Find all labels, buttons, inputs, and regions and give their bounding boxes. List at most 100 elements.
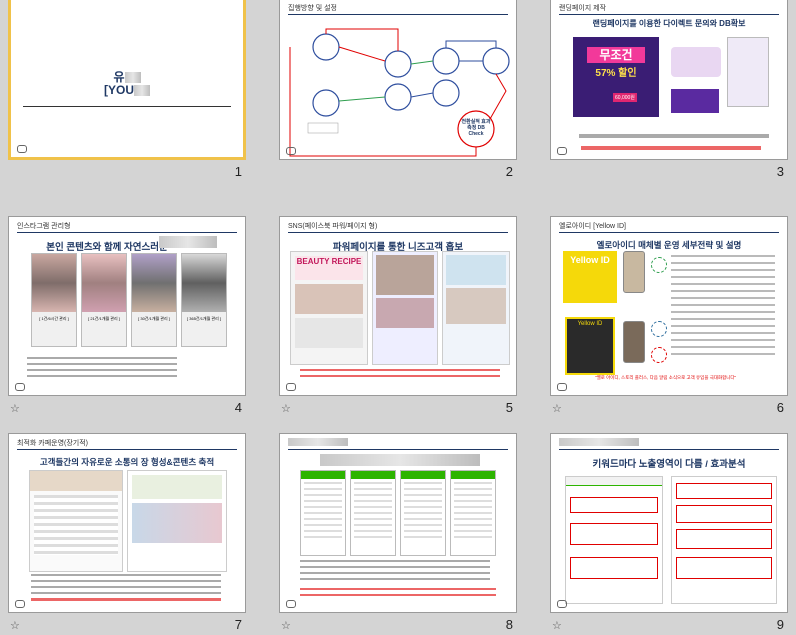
slide-8-rule	[288, 449, 508, 450]
slide-8-search-screen-3	[400, 470, 446, 556]
slide-3-banner-big: 무조건	[587, 47, 645, 63]
slide-9-search-results-right	[671, 476, 777, 604]
slide-5-number: 5	[505, 400, 513, 415]
slide-8-canvas[interactable]	[279, 433, 517, 613]
slide-8-number: 8	[505, 617, 513, 632]
slide-7-number: 7	[234, 617, 242, 632]
slide-4-number: 4	[234, 400, 242, 415]
slide-8-search-screen-2	[350, 470, 396, 556]
slide-6-phone-1	[623, 251, 645, 293]
slide-8-red-note	[300, 588, 496, 598]
slide-3-title: 랜딩페이지를 이용한 다이렉트 문의와 DB확보	[592, 19, 746, 28]
slide-4-title-redaction	[159, 236, 217, 248]
slide-4-card-4: [ 365건/1개월 관리 ]	[181, 253, 227, 347]
slide-4-card-1-label: [ 1건/6시간 관리 ]	[39, 316, 69, 321]
slide-9-title: 키워드마다 노출영역이 다름 / 효과분석	[592, 459, 746, 470]
slide-2-logo	[286, 147, 298, 155]
slide-3-banner-price: 60,000원	[613, 93, 637, 102]
slide-5-screenshot-2	[372, 251, 438, 365]
slide-6-card-label: Yellow ID	[570, 255, 610, 265]
slide-4-logo	[15, 383, 27, 391]
slide-9-rule	[559, 449, 779, 450]
slide-7-star-icon[interactable]: ☆	[10, 619, 20, 632]
slide-5-star-icon[interactable]: ☆	[281, 402, 291, 415]
slide-8-search-screen-1	[300, 470, 346, 556]
slide-8-star-icon[interactable]: ☆	[281, 619, 291, 632]
slide-4-card-4-label: [ 365건/1개월 관리 ]	[187, 316, 221, 321]
slide-7-header: 최적화 카페운영(장기적)	[17, 440, 89, 447]
slide-5-rule	[288, 232, 508, 233]
slide-6-header: 옐로아이디 [Yellow ID]	[559, 223, 626, 230]
slide-6-text-block	[671, 255, 775, 355]
slide-6-circle-2	[651, 321, 667, 337]
slide-thumbnail-6[interactable]: 옐로아이디 [Yellow ID] 옐로아이디 매체별 운영 세부전략 및 설명…	[550, 216, 788, 418]
slide-2-canvas[interactable]: 집행방향 및 설정 전환실적 효과측정 DB Check	[279, 0, 517, 160]
slide-1-canvas[interactable]: 유 [YOU	[8, 0, 246, 160]
slide-thumbnail-7[interactable]: 최적화 카페운영(장기적) 고객들간의 자유로운 소통의 장 형성&콘텐츠 축적…	[8, 433, 246, 635]
slide-4-card-3-label: [ 30건/1개월 관리 ]	[138, 316, 170, 321]
slide-9-canvas[interactable]: 키워드마다 노출영역이 다름 / 효과분석	[550, 433, 788, 613]
slide-thumbnail-9[interactable]: 키워드마다 노출영역이 다름 / 효과분석 ☆ 9	[550, 433, 788, 635]
slide-3-red-note	[581, 146, 761, 150]
slide-3-mockup-3	[671, 89, 719, 113]
slide-6-rule	[559, 232, 779, 233]
slide-5-screenshot-1: BEAUTY RECIPE	[290, 251, 368, 365]
slide-3-number: 3	[776, 164, 784, 179]
slide-6-yellow-card-1: Yellow ID	[563, 251, 617, 303]
slide-7-title: 고객들간의 자유로운 소통의 장 형성&콘텐츠 축적	[39, 457, 215, 467]
slide-5-canvas[interactable]: SNS(페이스북 파워/페이지 형) 파워페이지를 통한 니즈고객 흡보 BEA…	[279, 216, 517, 396]
slide-thumbnail-3[interactable]: 랜딩페이지 제작 랜딩페이지를 이용한 다이렉트 문의와 DB확보 무조건 57…	[550, 0, 788, 182]
slide-5-header: SNS(페이스북 파워/페이지 형)	[288, 223, 378, 230]
slide-3-logo	[557, 147, 569, 155]
slide-3-canvas[interactable]: 랜딩페이지 제작 랜딩페이지를 이용한 다이렉트 문의와 DB확보 무조건 57…	[550, 0, 788, 160]
slide-4-star-icon[interactable]: ☆	[10, 402, 20, 415]
slide-4-rule	[17, 232, 237, 233]
slide-6-star-icon[interactable]: ☆	[552, 402, 562, 415]
slide-thumbnail-1[interactable]: 유 [YOU 1	[8, 0, 246, 182]
slide-6-circle-1	[651, 257, 667, 273]
slide-3-mockup-2	[727, 37, 769, 107]
slide-thumbnail-5[interactable]: SNS(페이스북 파워/페이지 형) 파워페이지를 통한 니즈고객 흡보 BEA…	[279, 216, 517, 418]
slide-thumbnail-8[interactable]: ☆ 8	[279, 433, 517, 635]
slide-9-star-icon[interactable]: ☆	[552, 619, 562, 632]
slide-9-number: 9	[776, 617, 784, 632]
slide-8-title-redaction	[320, 454, 480, 466]
slide-6-number: 6	[776, 400, 784, 415]
slide-7-canvas[interactable]: 최적화 카페운영(장기적) 고객들간의 자유로운 소통의 장 형성&콘텐츠 축적	[8, 433, 246, 613]
slide-7-cafe-screenshot-1	[29, 470, 123, 572]
slide-6-title: 옐로아이디 매체별 운영 세부전략 및 설명	[596, 240, 742, 250]
slide-8-search-screen-4	[450, 470, 496, 556]
slide-7-rule	[17, 449, 237, 450]
slide-8-header-redaction	[288, 438, 348, 446]
slide-7-notes	[31, 574, 221, 594]
slide-4-header: 인스타그램 관리형	[17, 223, 71, 230]
slide-thumbnail-4[interactable]: 인스타그램 관리형 본인 콘텐츠와 함께 자연스러운 [ 1건/6시간 관리 ]…	[8, 216, 246, 418]
slide-6-card-label-2: Yellow ID	[577, 321, 603, 327]
slide-4-card-2-label: [ 21건/1개월 관리 ]	[88, 316, 120, 321]
slide-6-footer-note: "옐로 아이디, 스토리 플러스, 다음 알림 소식으로 고객 유입을 극대화합…	[595, 375, 737, 380]
slide-5-screenshot-3	[442, 251, 510, 365]
slide-7-cafe-screenshot-2	[127, 470, 227, 572]
slide-5-note	[300, 369, 500, 381]
slide-3-header: 랜딩페이지 제작	[559, 5, 607, 12]
slide-3-mockup-1	[671, 47, 721, 77]
slide-8-logo	[286, 600, 298, 608]
slide-4-card-2: [ 21건/1개월 관리 ]	[81, 253, 127, 347]
slide-3-landing-banner: 무조건 57% 할인 60,000원	[573, 37, 659, 117]
slide-4-card-1: [ 1건/6시간 관리 ]	[31, 253, 77, 347]
slide-1-number: 1	[234, 164, 242, 179]
slide-6-circle-3	[651, 347, 667, 363]
slide-8-notes	[300, 560, 490, 582]
slide-4-card-3: [ 30건/1개월 관리 ]	[131, 253, 177, 347]
slide-3-banner-sale: 57% 할인	[595, 68, 637, 79]
slide-6-phone-2	[623, 321, 645, 363]
slide-9-logo	[557, 600, 569, 608]
slide-4-canvas[interactable]: 인스타그램 관리형 본인 콘텐츠와 함께 자연스러운 [ 1건/6시간 관리 ]…	[8, 216, 246, 396]
slide-5-banner: BEAUTY RECIPE	[295, 256, 363, 280]
slide-9-header-redaction	[559, 438, 639, 446]
slide-9-search-results-left	[565, 476, 663, 604]
slide-6-canvas[interactable]: 옐로아이디 [Yellow ID] 옐로아이디 매체별 운영 세부전략 및 설명…	[550, 216, 788, 396]
slide-thumbnail-2[interactable]: 집행방향 및 설정 전환실적 효과측정 DB Check 2	[279, 0, 517, 182]
slide-1-divider	[23, 106, 231, 107]
slide-3-note	[579, 134, 769, 138]
